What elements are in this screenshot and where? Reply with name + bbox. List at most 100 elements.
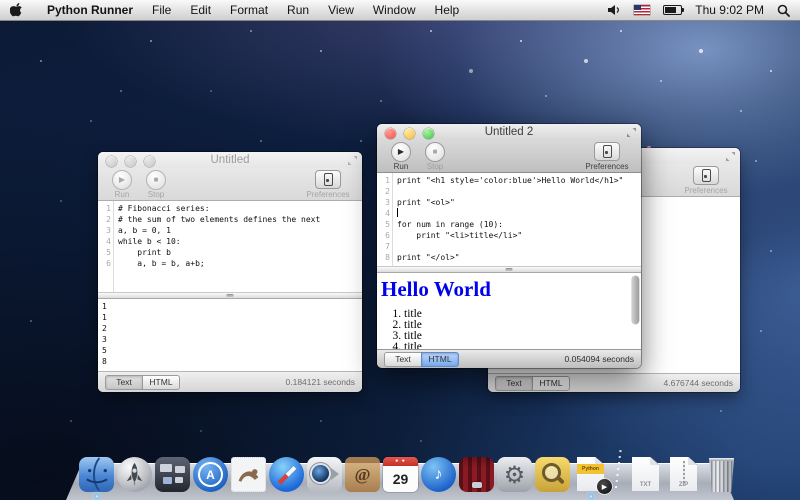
volume-icon[interactable]: [607, 4, 621, 16]
dock-launchpad[interactable]: [116, 454, 153, 492]
text-tab[interactable]: Text: [384, 352, 421, 367]
stop-button[interactable]: ■ Stop: [139, 170, 173, 199]
play-icon: ▶: [391, 142, 411, 162]
dock-app-store[interactable]: A: [192, 454, 229, 492]
menu-bar: Python Runner File Edit Format Run View …: [0, 0, 800, 21]
battery-icon[interactable]: [663, 5, 682, 15]
code-editor[interactable]: 1 2 3 4 5 6 7 8 print "<h1 style='color:…: [377, 173, 641, 266]
html-tab[interactable]: HTML: [532, 376, 570, 391]
execution-time: 4.676744 seconds: [664, 378, 733, 388]
input-language-flag-icon[interactable]: [634, 5, 650, 15]
finder-icon: [79, 457, 114, 492]
line-number-gutter: 1 2 3 4 5 6: [98, 201, 114, 292]
dock-trash[interactable]: [703, 454, 740, 492]
window-footer: Text HTML 0.184121 seconds: [98, 371, 362, 392]
preferences-button[interactable]: Preferences: [301, 170, 355, 199]
html-tab[interactable]: HTML: [421, 352, 459, 367]
text-tab[interactable]: Text: [495, 376, 532, 391]
menu-window[interactable]: Window: [373, 3, 416, 17]
stop-icon: ■: [425, 142, 445, 162]
dock-photo-booth[interactable]: [458, 454, 495, 492]
back-footer: Text HTML 4.676744 seconds: [488, 373, 740, 392]
html-tab[interactable]: HTML: [142, 375, 180, 390]
dock-zip-archive[interactable]: ZIP: [665, 454, 702, 492]
output-area[interactable]: 1 1 2 3 5 8: [98, 299, 362, 371]
play-badge-icon: ▶: [597, 479, 612, 494]
scrollbar-thumb[interactable]: [632, 276, 639, 324]
dock-mission-control[interactable]: [154, 454, 191, 492]
run-button[interactable]: ▶ Run: [105, 170, 139, 199]
fullscreen-icon[interactable]: [627, 128, 636, 137]
pane-splitter[interactable]: [377, 266, 641, 273]
stop-icon: ■: [146, 170, 166, 190]
mail-icon: [231, 457, 266, 492]
text-cursor: [397, 208, 398, 217]
menu-edit[interactable]: Edit: [190, 3, 211, 17]
titlebar-untitled[interactable]: Untitled: [98, 152, 362, 168]
list-item: title: [404, 331, 641, 342]
run-button[interactable]: ▶ Run: [384, 142, 418, 171]
menu-clock[interactable]: Thu 9:02 PM: [695, 3, 764, 17]
menu-file[interactable]: File: [152, 3, 171, 17]
close-button[interactable]: [106, 156, 117, 167]
app-menu[interactable]: Python Runner: [47, 3, 133, 17]
dock-itunes[interactable]: ♪: [420, 454, 457, 492]
dock-search-utility[interactable]: [534, 454, 571, 492]
calendar-day: 29: [393, 466, 409, 492]
dock-finder[interactable]: [78, 454, 115, 492]
code-editor[interactable]: 1 2 3 4 5 6 # Fibonacci series: # the su…: [98, 201, 362, 292]
dock-mail[interactable]: [230, 454, 267, 492]
dock-address-book[interactable]: @: [344, 454, 381, 492]
dock-txt-document[interactable]: TXT: [627, 454, 664, 492]
zoom-button[interactable]: [423, 128, 434, 139]
window-footer: Text HTML 0.054094 seconds: [377, 349, 641, 368]
dock-safari[interactable]: [268, 454, 305, 492]
address-book-icon: @: [345, 457, 380, 492]
window-controls: [106, 156, 155, 167]
output-list: title title title title title title: [377, 309, 641, 349]
minimize-button[interactable]: [404, 128, 415, 139]
dock-system-preferences[interactable]: ⚙: [496, 454, 533, 492]
running-indicator: [94, 494, 99, 499]
running-indicator: [588, 494, 593, 499]
code-text[interactable]: print "<h1 style='color:blue'>Hello Worl…: [393, 173, 641, 266]
execution-time: 0.054094 seconds: [565, 354, 634, 364]
spotlight-icon[interactable]: [777, 4, 790, 17]
itunes-icon: ♪: [421, 457, 456, 492]
calendar-icon: ● ● 29: [383, 457, 418, 492]
titlebar-untitled-2[interactable]: Untitled 2: [377, 124, 641, 140]
output-heading: Hello World: [381, 277, 641, 302]
menu-view[interactable]: View: [328, 3, 354, 17]
code-text[interactable]: # Fibonacci series: # the sum of two ele…: [114, 201, 362, 292]
close-button[interactable]: [385, 128, 396, 139]
menu-run[interactable]: Run: [287, 3, 309, 17]
dock: A @ ● ● 29 ♪: [66, 446, 734, 500]
dock-python-runner[interactable]: Python ▶: [572, 454, 609, 492]
window-untitled-2: Untitled 2 ▶ Run ■ Stop Preferences 1 2 …: [377, 124, 641, 368]
preferences-icon: [324, 173, 333, 186]
stop-button[interactable]: ■ Stop: [418, 142, 452, 171]
text-tab[interactable]: Text: [105, 375, 142, 390]
dock-calendar[interactable]: ● ● 29: [382, 454, 419, 492]
preferences-button[interactable]: Preferences: [580, 142, 634, 171]
window-title: Untitled: [211, 154, 250, 166]
pane-splitter[interactable]: [98, 292, 362, 299]
minimize-button[interactable]: [125, 156, 136, 167]
trash-icon: [707, 458, 736, 492]
html-output-area[interactable]: Hello World title title title title titl…: [377, 273, 641, 349]
dock-facetime[interactable]: [306, 454, 343, 492]
output-mode-segment: Text HTML: [384, 352, 459, 367]
menu-help[interactable]: Help: [435, 3, 460, 17]
python-runner-icon: Python ▶: [573, 457, 608, 492]
safari-icon: [269, 457, 304, 492]
fullscreen-icon[interactable]: [726, 152, 735, 161]
list-item: title: [404, 309, 641, 320]
fullscreen-icon[interactable]: [348, 156, 357, 165]
menu-format[interactable]: Format: [230, 3, 268, 17]
search-utility-icon: [535, 457, 570, 492]
apple-menu-icon[interactable]: [10, 3, 22, 17]
preferences-button[interactable]: Preferences: [679, 166, 733, 195]
output-mode-segment: Text HTML: [105, 375, 180, 390]
zoom-button[interactable]: [144, 156, 155, 167]
window-controls: [385, 128, 434, 139]
